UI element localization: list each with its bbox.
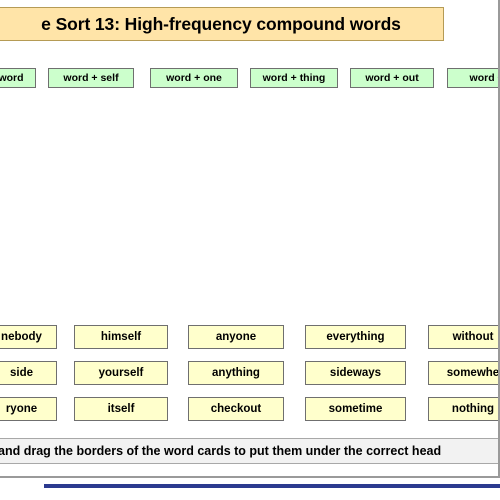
word-card[interactable]: sometime	[305, 397, 406, 421]
activity-title-banner: e Sort 13: High-frequency compound words	[0, 7, 444, 41]
word-card-label: somewhe	[446, 367, 500, 379]
word-card-label: ryone	[5, 403, 38, 415]
word-card-label: himself	[100, 331, 142, 343]
category-card[interactable]: word + one	[150, 68, 238, 88]
word-card-label: anyone	[215, 331, 257, 343]
word-card[interactable]: nebody	[0, 325, 57, 349]
screenshot-stage: e Sort 13: High-frequency compound words…	[0, 0, 500, 500]
instruction-bar: and drag the borders of the word cards t…	[0, 438, 498, 464]
word-card-label: itself	[107, 403, 135, 415]
word-card-label: sideways	[329, 367, 382, 379]
bottom-strip	[0, 478, 500, 500]
word-card[interactable]: itself	[74, 397, 168, 421]
page-title: e Sort 13: High-frequency compound words	[41, 13, 401, 34]
word-card-label: everything	[326, 331, 385, 343]
category-card[interactable]: word + out	[350, 68, 434, 88]
word-card-label: anything	[212, 367, 260, 379]
application-window: e Sort 13: High-frequency compound words…	[0, 0, 500, 478]
word-card-label: yourself	[98, 367, 144, 379]
word-card-label: nothing	[451, 403, 495, 415]
category-card-label: word + self	[63, 72, 119, 84]
category-card-label: word + one	[166, 72, 222, 84]
word-card[interactable]: without	[428, 325, 498, 349]
word-card[interactable]: himself	[74, 325, 168, 349]
word-card[interactable]: nothing	[428, 397, 498, 421]
word-card-label: side	[9, 367, 33, 379]
word-card-label: sometime	[328, 403, 383, 415]
word-card-label: checkout	[210, 403, 262, 415]
word-card[interactable]: side	[0, 361, 57, 385]
word-card[interactable]: ryone	[0, 397, 57, 421]
word-card[interactable]: yourself	[74, 361, 168, 385]
word-card[interactable]: somewhe	[428, 361, 500, 385]
sort-canvas[interactable]	[0, 92, 498, 304]
category-card-label: word + out	[365, 72, 419, 84]
word-card[interactable]: everything	[305, 325, 406, 349]
category-card[interactable]: word + s	[447, 68, 498, 88]
word-card[interactable]: sideways	[305, 361, 406, 385]
category-card[interactable]: word + self	[48, 68, 134, 88]
bottom-accent-bar	[44, 484, 500, 488]
category-card-label: word	[0, 72, 24, 84]
category-card[interactable]: word	[0, 68, 36, 88]
category-header-row: word word + self word + one word + thing wor…	[0, 68, 498, 90]
word-card[interactable]: anyone	[188, 325, 284, 349]
category-card-label: word + thing	[262, 72, 326, 84]
word-card[interactable]: checkout	[188, 397, 284, 421]
word-card-label: nebody	[1, 331, 42, 343]
word-card-label: without	[452, 331, 494, 343]
category-card[interactable]: word + thing	[250, 68, 338, 88]
category-card-label: word + s	[469, 72, 498, 84]
word-card[interactable]: anything	[188, 361, 284, 385]
instruction-text: and drag the borders of the word cards t…	[0, 444, 442, 458]
